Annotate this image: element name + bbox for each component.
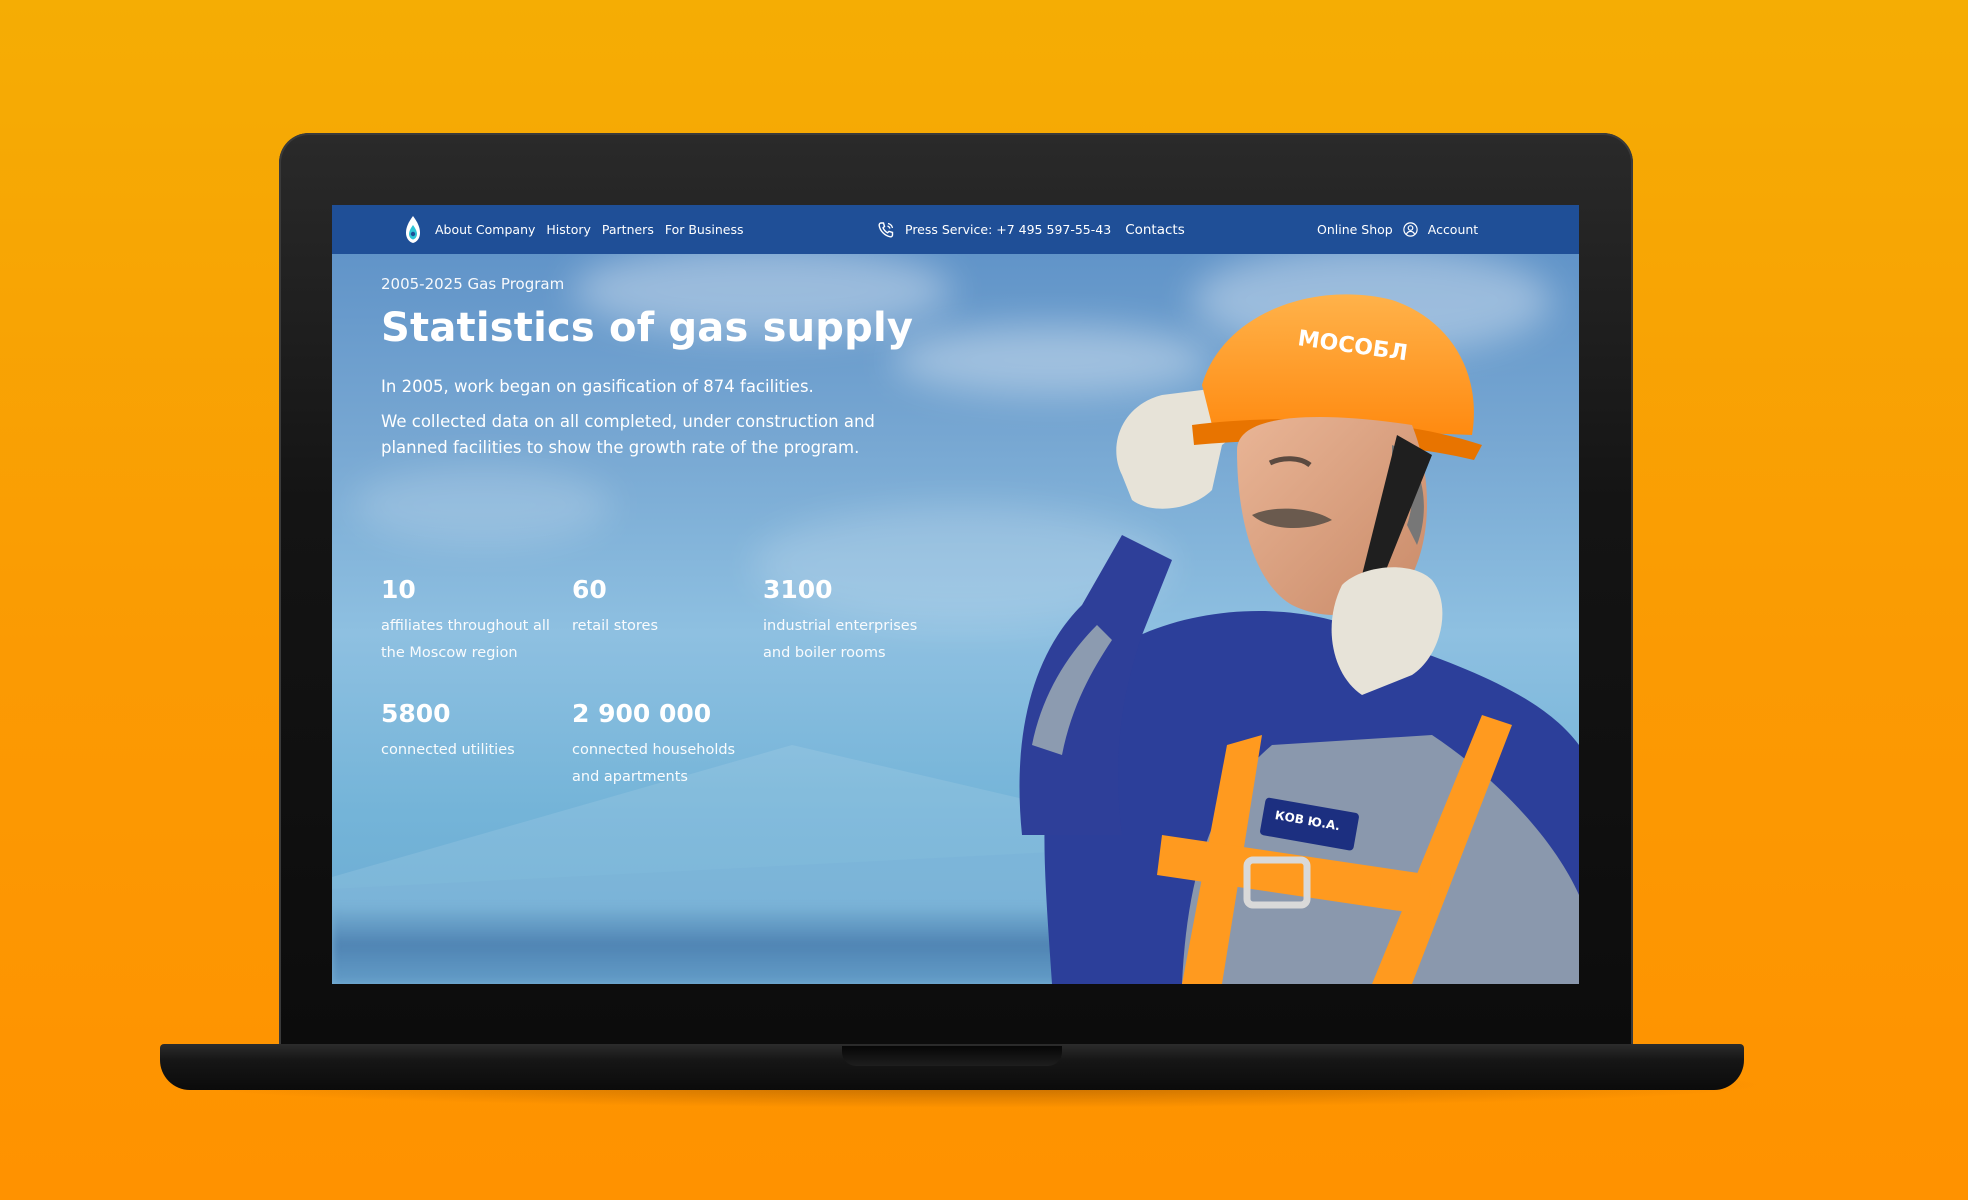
nav-center-group: Press Service: +7 495 597-55-43 Contacts (877, 205, 1185, 254)
user-icon[interactable] (1403, 222, 1418, 237)
nav-about-company[interactable]: About Company (435, 222, 535, 237)
top-navigation: About Company History Partners For Busin… (332, 205, 1579, 254)
stat-label: connected households and apartments (572, 742, 736, 785)
stat-value: 2 900 000 (572, 699, 712, 728)
page-title: Statistics of gas supply (381, 305, 914, 351)
laptop-notch (842, 1046, 1062, 1066)
hero-lead: In 2005, work began on gasification of 8… (381, 377, 814, 396)
stat-households: 2 900 000 connected households and apart… (572, 699, 752, 791)
stat-value: 3100 (763, 575, 833, 604)
nav-contacts[interactable]: Contacts (1125, 222, 1185, 238)
nav-partners[interactable]: Partners (602, 222, 654, 237)
nav-online-shop[interactable]: Online Shop (1317, 222, 1393, 237)
stat-affiliates: 10 affiliates throughout all the Moscow … (381, 575, 561, 667)
cloud (352, 465, 612, 545)
phone-icon (877, 221, 895, 239)
nav-right-group: Online Shop Account (1317, 205, 1478, 254)
logo-icon[interactable] (404, 215, 422, 245)
nav-history[interactable]: History (546, 222, 590, 237)
laptop-screen: About Company History Partners For Busin… (332, 205, 1579, 984)
hero-section: 2005-2025 Gas Program Statistics of gas … (381, 275, 1001, 462)
stat-label: affiliates throughout all the Moscow reg… (381, 618, 550, 661)
stat-label: industrial enterprises and boiler rooms (763, 618, 918, 661)
nav-account[interactable]: Account (1428, 222, 1478, 237)
worker-photo: МОСОБЛ КОВ Ю.А. (1019, 294, 1579, 984)
stat-utilities: 5800 connected utilities (381, 699, 561, 764)
stat-industrial: 3100 industrial enterprises and boiler r… (763, 575, 943, 667)
stat-label: connected utilities (381, 742, 515, 758)
stat-value: 10 (381, 575, 416, 604)
stat-label: retail stores (572, 618, 659, 634)
stat-value: 5800 (381, 699, 451, 728)
program-label: 2005-2025 Gas Program (381, 275, 565, 293)
hero-description: We collected data on all completed, unde… (381, 411, 875, 458)
press-service-phone[interactable]: Press Service: +7 495 597-55-43 (905, 222, 1111, 237)
nav-for-business[interactable]: For Business (665, 222, 744, 237)
nav-left-group: About Company History Partners For Busin… (404, 205, 743, 254)
stat-retail-stores: 60 retail stores (572, 575, 752, 640)
stat-value: 60 (572, 575, 607, 604)
